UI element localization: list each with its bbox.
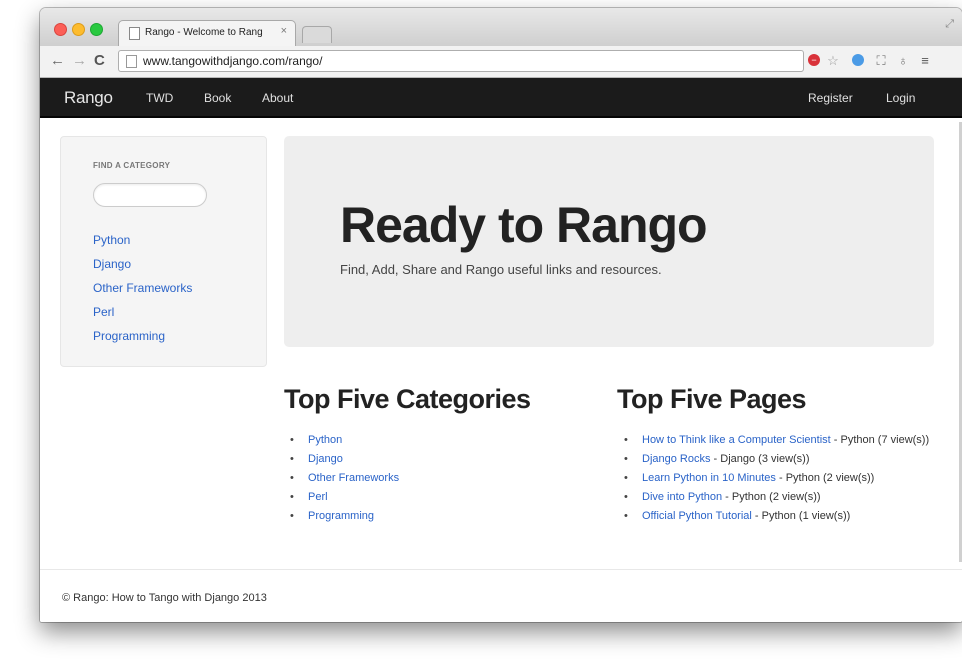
hero-subtitle: Find, Add, Share and Rango useful links …: [340, 262, 662, 277]
new-tab-button[interactable]: [302, 26, 332, 43]
hero-jumbotron: Ready to Rango Find, Add, Share and Rang…: [284, 136, 934, 347]
maximize-window-button[interactable]: [90, 23, 103, 36]
brand-link[interactable]: Rango: [64, 88, 113, 108]
page-meta: - Django (3 view(s)): [710, 453, 810, 465]
page-meta: - Python (7 view(s)): [830, 434, 930, 446]
footer-divider: [40, 569, 962, 570]
list-item: Other Frameworks: [286, 469, 586, 488]
page-meta: - Python (2 view(s)): [722, 491, 821, 503]
back-arrow-icon[interactable]: ←: [50, 52, 65, 69]
browser-tab[interactable]: Rango - Welcome to Rang ×: [118, 20, 296, 47]
extension-icon[interactable]: [852, 54, 864, 66]
category-link[interactable]: Perl: [308, 491, 328, 503]
screen-capture-icon[interactable]: ⛶: [874, 54, 888, 68]
bookmark-star-icon[interactable]: ☆: [826, 54, 840, 68]
top-pages-heading: Top Five Pages: [617, 384, 807, 414]
category-link[interactable]: Programming: [308, 510, 374, 522]
category-sidebar: FIND A CATEGORY Python Django Other Fram…: [60, 136, 267, 367]
document-icon: [129, 27, 140, 40]
category-link[interactable]: Other Frameworks: [308, 472, 399, 484]
close-window-button[interactable]: [54, 23, 67, 36]
category-link[interactable]: Python: [308, 434, 342, 446]
lightbulb-icon[interactable]: ♁: [896, 54, 910, 68]
page-link[interactable]: Learn Python in 10 Minutes: [642, 472, 776, 484]
list-item: Learn Python in 10 Minutes - Python (2 v…: [620, 469, 940, 488]
nav-link-login[interactable]: Login: [886, 91, 915, 105]
page-meta: - Python (2 view(s)): [775, 472, 875, 484]
minimize-window-button[interactable]: [72, 23, 85, 36]
sidebar-category-python[interactable]: Python: [93, 233, 130, 247]
page-link[interactable]: Dive into Python: [642, 491, 722, 503]
footer-copyright: © Rango: How to Tango with Django 2013: [62, 592, 267, 604]
menu-icon[interactable]: ≡: [918, 54, 932, 68]
list-item: Dive into Python - Python (2 view(s)): [620, 488, 940, 507]
category-search-input[interactable]: [93, 183, 207, 207]
fullscreen-icon[interactable]: ⤢: [945, 18, 954, 31]
site-navbar: Rango TWD Book About Register Login: [40, 78, 962, 118]
page-viewport: Rango TWD Book About Register Login FIND…: [40, 78, 962, 622]
page-link[interactable]: Django Rocks: [642, 453, 710, 465]
browser-window: Rango - Welcome to Rang × ⤢ ← → C www.ta…: [40, 8, 962, 622]
list-item: Official Python Tutorial - Python (1 vie…: [620, 507, 940, 526]
nav-link-register[interactable]: Register: [808, 91, 853, 105]
forward-arrow-icon[interactable]: →: [72, 52, 87, 69]
list-item: How to Think like a Computer Scientist -…: [620, 431, 940, 450]
page-meta: - Python (1 view(s)): [751, 510, 851, 522]
page-link[interactable]: How to Think like a Computer Scientist: [642, 434, 831, 446]
page-icon: [126, 55, 137, 68]
browser-toolbar: ← → C www.tangowithdjango.com/rango/ − ☆…: [40, 46, 962, 78]
top-pages-list: How to Think like a Computer Scientist -…: [620, 431, 940, 526]
list-item: Django Rocks - Django (3 view(s)): [620, 450, 940, 469]
url-text[interactable]: www.tangowithdjango.com/rango/: [143, 54, 322, 68]
sidebar-category-django[interactable]: Django: [93, 257, 131, 271]
nav-link-book[interactable]: Book: [204, 91, 231, 105]
address-bar[interactable]: www.tangowithdjango.com/rango/: [118, 50, 804, 72]
category-link[interactable]: Django: [308, 453, 343, 465]
list-item: Django: [286, 450, 586, 469]
tab-title: Rango - Welcome to Rang: [145, 27, 263, 38]
top-categories-heading: Top Five Categories: [284, 384, 531, 414]
nav-link-about[interactable]: About: [262, 91, 293, 105]
reload-icon[interactable]: C: [94, 52, 105, 69]
sidebar-category-other-frameworks[interactable]: Other Frameworks: [93, 281, 192, 295]
sidebar-category-perl[interactable]: Perl: [93, 305, 114, 319]
list-item: Perl: [286, 488, 586, 507]
hero-title: Ready to Rango: [340, 197, 708, 253]
sidebar-heading: FIND A CATEGORY: [93, 161, 171, 170]
list-item: Programming: [286, 507, 586, 526]
title-bar: Rango - Welcome to Rang × ⤢: [40, 8, 962, 47]
page-link[interactable]: Official Python Tutorial: [642, 510, 752, 522]
stop-icon[interactable]: −: [808, 54, 820, 66]
nav-link-twd[interactable]: TWD: [146, 91, 173, 105]
list-item: Python: [286, 431, 586, 450]
tab-close-icon[interactable]: ×: [281, 25, 287, 37]
top-categories-list: Python Django Other Frameworks Perl Prog…: [286, 431, 586, 526]
sidebar-category-programming[interactable]: Programming: [93, 329, 165, 343]
